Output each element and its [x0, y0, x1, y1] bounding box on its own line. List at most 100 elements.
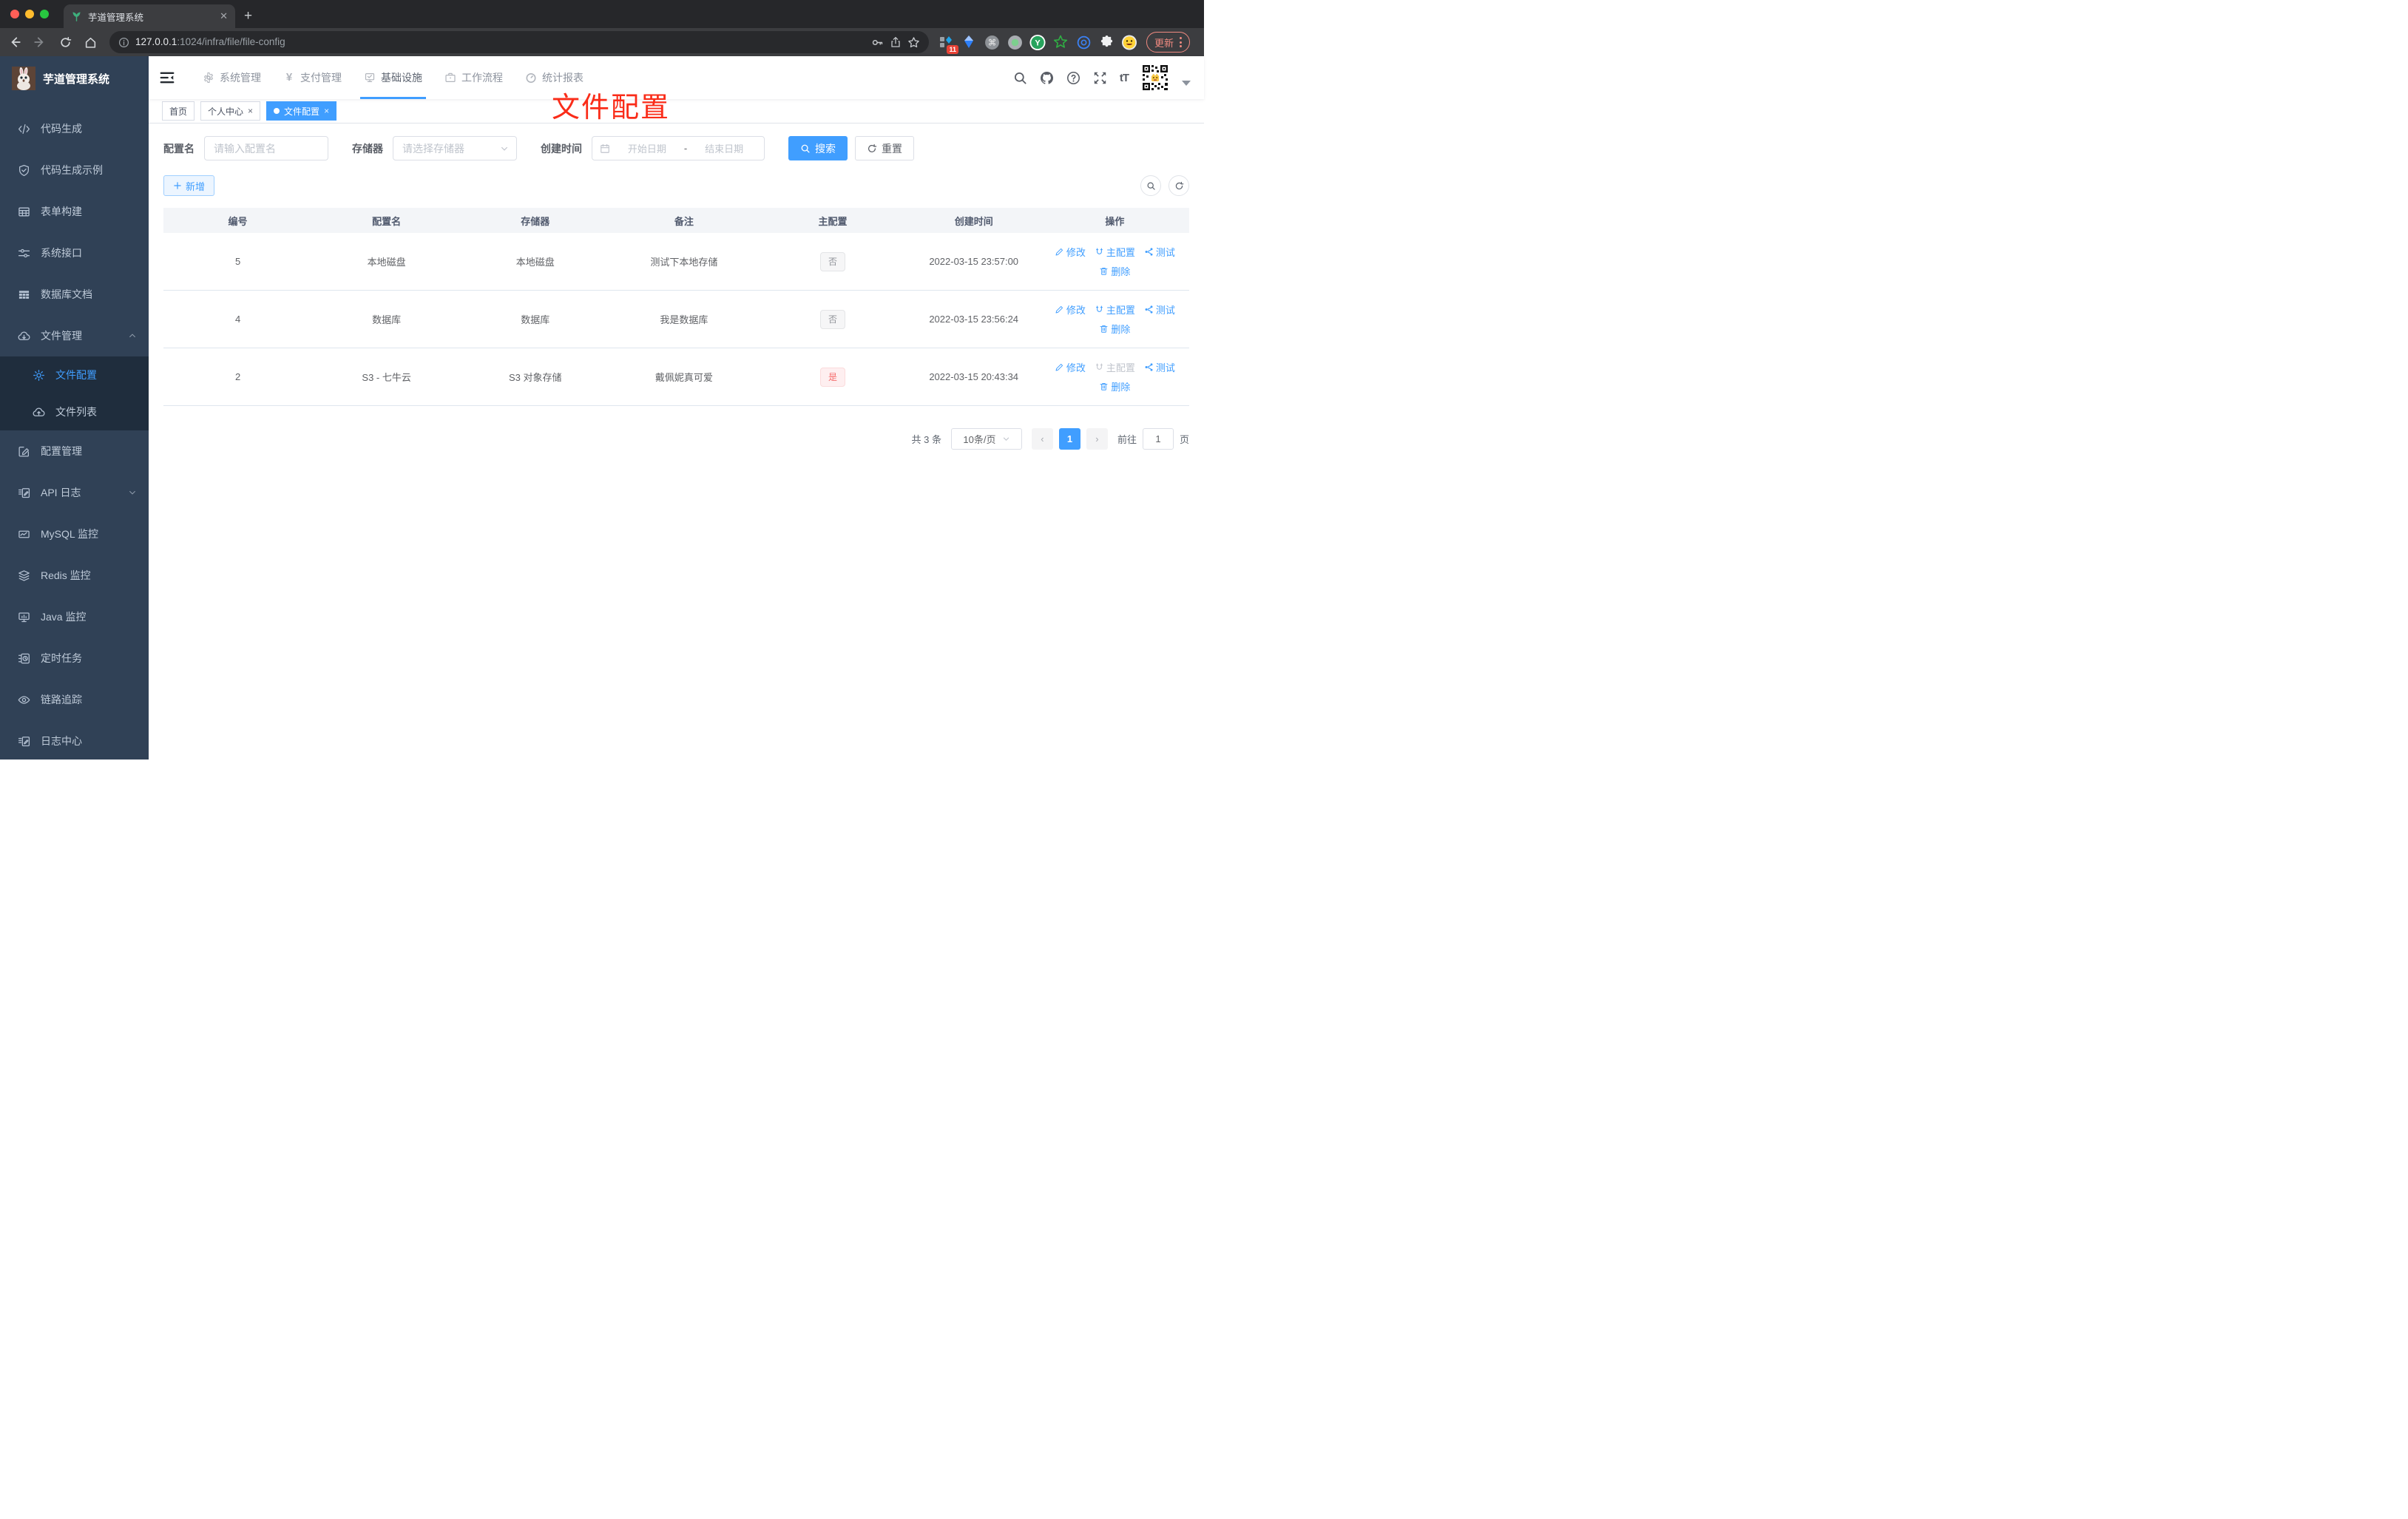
test-action[interactable]: 测试: [1144, 245, 1175, 259]
edit-action[interactable]: 修改: [1055, 245, 1086, 259]
date-range-picker[interactable]: 开始日期 - 结束日期: [592, 136, 765, 160]
chevron-up-icon: [129, 334, 135, 338]
storage-select[interactable]: 请选择存储器: [393, 136, 517, 160]
test-action[interactable]: 测试: [1144, 360, 1175, 374]
maximize-window-button[interactable]: [40, 10, 49, 18]
sidebar-item-mysql-monitor[interactable]: MySQL 监控: [0, 513, 149, 555]
sidebar-item-redis-monitor[interactable]: Redis 监控: [0, 555, 149, 596]
tag-profile[interactable]: 个人中心 ×: [200, 101, 261, 121]
sidebar-collapse-icon[interactable]: [159, 70, 175, 86]
app-logo[interactable]: 芋道管理系统: [0, 56, 149, 99]
reset-button[interactable]: 重置: [855, 136, 914, 160]
sidebar-item-cron-job[interactable]: 定时任务: [0, 637, 149, 679]
new-tab-button[interactable]: +: [244, 7, 252, 26]
extension-green-dot-icon[interactable]: [1007, 34, 1023, 50]
home-button[interactable]: [80, 32, 101, 53]
cell-created: 2022-03-15 23:56:24: [929, 314, 1019, 325]
extension-grid-icon[interactable]: 11: [938, 34, 958, 54]
reload-button[interactable]: [55, 32, 75, 53]
page-content: 配置名 存储器 请选择存储器 创建时间 开始日期 - 结束日期: [149, 124, 1204, 450]
font-size-icon[interactable]: tT: [1120, 72, 1129, 84]
sidebar-item-label: 代码生成: [41, 123, 82, 135]
reset-button-label: 重置: [882, 142, 902, 155]
filter-form: 配置名 存储器 请选择存储器 创建时间 开始日期 - 结束日期: [163, 136, 1189, 160]
search-icon: [1147, 182, 1155, 190]
browser-titlebar: 芋道管理系统 ✕ +: [0, 0, 1204, 28]
edit-action[interactable]: 修改: [1055, 360, 1086, 374]
close-window-button[interactable]: [10, 10, 19, 18]
close-icon[interactable]: ×: [248, 106, 253, 116]
sidebar-item-config-manage[interactable]: 配置管理: [0, 430, 149, 472]
sidebar-item-label: 链路追踪: [41, 694, 82, 706]
address-bar[interactable]: 127.0.0.1:1024/infra/file/file-config: [109, 31, 929, 53]
sidebar-item-code-gen[interactable]: 代码生成: [0, 108, 149, 149]
tab-close-icon[interactable]: ✕: [220, 10, 228, 22]
goto-label: 前往: [1117, 434, 1137, 445]
back-button[interactable]: [4, 32, 25, 53]
sidebar-item-system-api[interactable]: 系统接口: [0, 232, 149, 274]
monitor-icon: [18, 612, 30, 622]
extension-eye-icon[interactable]: [1075, 34, 1092, 50]
site-info-icon[interactable]: [118, 37, 129, 48]
tag-home[interactable]: 首页: [162, 101, 195, 121]
master-config-action[interactable]: 主配置: [1095, 245, 1135, 259]
search-icon[interactable]: [1013, 71, 1027, 85]
sidebar-item-api-log[interactable]: API 日志: [0, 472, 149, 513]
delete-action[interactable]: 删除: [1099, 322, 1130, 336]
sidebar-item-label: 日志中心: [41, 735, 82, 747]
extension-emoji-icon[interactable]: [1121, 34, 1137, 50]
bookmark-star-icon[interactable]: [907, 36, 920, 49]
forward-button[interactable]: [30, 32, 50, 53]
topnav-pay-manage[interactable]: ¥ 支付管理: [272, 56, 353, 99]
fullscreen-icon[interactable]: [1093, 71, 1107, 85]
magnet-icon: [1095, 363, 1103, 370]
sidebar-item-file-manage[interactable]: 文件管理: [0, 315, 149, 356]
goto-page-input[interactable]: [1142, 428, 1174, 450]
extension-command-icon[interactable]: ⌘: [984, 34, 1000, 50]
prev-page-button[interactable]: ‹: [1031, 428, 1053, 450]
question-icon[interactable]: [1066, 71, 1080, 85]
topnav-system-manage[interactable]: 系统管理: [192, 56, 272, 99]
avatar-dropdown-icon[interactable]: [1182, 80, 1191, 86]
topnav-workflow[interactable]: 工作流程: [433, 56, 514, 99]
master-config-tag: 是: [819, 367, 845, 387]
tag-file-config[interactable]: 文件配置 ×: [266, 101, 337, 121]
topnav-infrastructure[interactable]: 基础设施: [353, 56, 433, 99]
page-number-button[interactable]: 1: [1058, 428, 1080, 450]
test-action[interactable]: 测试: [1144, 302, 1175, 317]
master-config-action[interactable]: 主配置: [1095, 360, 1135, 374]
browser-menu-icon[interactable]: [1180, 37, 1183, 47]
share-icon[interactable]: [890, 36, 902, 48]
password-key-icon[interactable]: [871, 36, 884, 49]
delete-action[interactable]: 删除: [1099, 379, 1130, 393]
github-icon[interactable]: [1040, 71, 1054, 85]
next-page-button[interactable]: ›: [1086, 428, 1108, 450]
close-icon[interactable]: ×: [324, 106, 329, 116]
share-nodes-icon: [1145, 248, 1153, 256]
search-button[interactable]: 搜索: [788, 136, 848, 160]
extension-kite-icon[interactable]: [961, 34, 977, 50]
config-name-input[interactable]: [204, 136, 328, 160]
sidebar-item-log-center[interactable]: 日志中心: [0, 720, 149, 762]
minimize-window-button[interactable]: [25, 10, 34, 18]
edit-action[interactable]: 修改: [1055, 302, 1086, 317]
extension-puzzle-icon[interactable]: [1098, 34, 1115, 50]
sidebar-item-form-builder[interactable]: 表单构建: [0, 191, 149, 232]
add-button[interactable]: 新增: [163, 175, 215, 196]
sidebar-item-file-list[interactable]: 文件列表: [0, 393, 149, 430]
sidebar-item-trace[interactable]: 链路追踪: [0, 679, 149, 720]
sidebar-item-db-doc[interactable]: 数据库文档: [0, 274, 149, 315]
browser-update-button[interactable]: 更新: [1146, 32, 1191, 53]
refresh-list-button[interactable]: [1169, 175, 1189, 196]
qr-avatar[interactable]: [1141, 64, 1169, 92]
master-config-action[interactable]: 主配置: [1095, 302, 1135, 317]
delete-action[interactable]: 删除: [1099, 264, 1130, 278]
sidebar-item-code-gen-example[interactable]: 代码生成示例: [0, 149, 149, 191]
sidebar-item-java-monitor[interactable]: Java 监控: [0, 596, 149, 637]
page-size-select[interactable]: 10条/页: [950, 428, 1022, 450]
extension-y-icon[interactable]: Y: [1029, 34, 1046, 50]
browser-tab[interactable]: 芋道管理系统 ✕: [64, 4, 235, 28]
sidebar-item-file-config[interactable]: 文件配置: [0, 356, 149, 393]
toggle-search-button[interactable]: [1140, 175, 1161, 196]
extension-star-icon[interactable]: [1052, 34, 1069, 50]
